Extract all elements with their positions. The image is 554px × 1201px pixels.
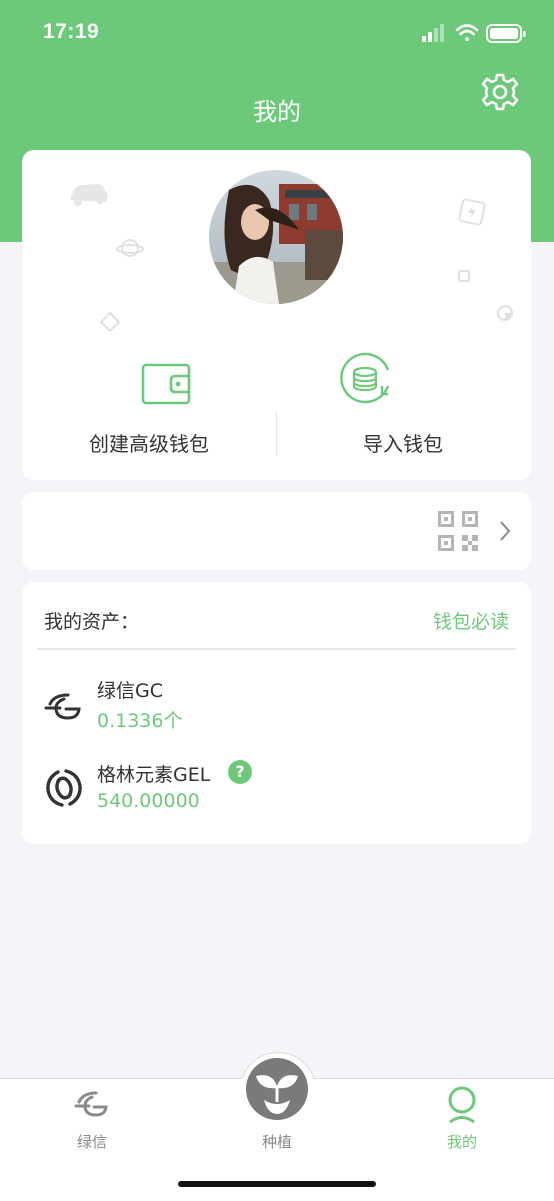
assets-title: 我的资产： (44, 611, 140, 633)
coin-stack-import-icon (340, 352, 390, 404)
asset-item-gel[interactable]: 格林元素GEL ? 540.00000 (22, 758, 531, 824)
lightning-decoration-icon (458, 198, 486, 226)
moon-decoration-icon (497, 305, 513, 321)
settings-button[interactable] (480, 72, 520, 112)
person-icon (448, 1086, 476, 1124)
profile-card: 创建高级钱包 导入钱包 (22, 150, 531, 480)
avatar[interactable] (209, 170, 343, 304)
planet-decoration-icon (116, 239, 144, 257)
chevron-right-icon (500, 521, 511, 541)
plant-center-button[interactable] (246, 1058, 308, 1120)
status-bar: 17:19 (0, 0, 554, 68)
gel-logo-icon (46, 769, 82, 807)
import-wallet-label: 导入钱包 (363, 432, 443, 456)
status-time: 17:19 (43, 20, 100, 43)
asset-name: 格林元素GEL (97, 764, 211, 786)
wallet-icon (141, 363, 191, 405)
wallet-guide-link[interactable]: 钱包必读 (433, 607, 509, 634)
page-title: 我的 (253, 98, 301, 126)
qr-code-row[interactable] (22, 492, 531, 570)
asset-amount: 0.1336个 (97, 710, 183, 732)
assets-divider (37, 648, 516, 650)
import-wallet-button[interactable]: 导入钱包 (276, 352, 530, 462)
home-indicator (178, 1181, 376, 1187)
create-wallet-label: 创建高级钱包 (89, 432, 209, 456)
qr-code-icon (438, 511, 478, 551)
asset-amount: 540.00000 (97, 790, 200, 812)
asset-item-gc[interactable]: 绿信GC 0.1336个 (22, 674, 531, 740)
help-icon[interactable]: ? (228, 760, 252, 784)
small-square-decoration-icon (458, 270, 470, 282)
actions-divider (276, 410, 277, 456)
create-wallet-button[interactable]: 创建高级钱包 (22, 362, 276, 462)
car-decoration-icon (70, 184, 108, 206)
tab-greencredit[interactable]: 绿信 (0, 1079, 184, 1169)
tab-label: 种植 (261, 1133, 292, 1151)
asset-name: 绿信GC (97, 680, 163, 702)
greencredit-logo-icon (74, 1091, 108, 1117)
avatar-photo (209, 170, 343, 304)
signal-icon (422, 24, 444, 42)
wifi-icon (455, 24, 479, 41)
gear-icon (481, 73, 519, 111)
status-icons (422, 22, 532, 46)
tab-mine[interactable]: 我的 (370, 1079, 554, 1169)
tab-label: 绿信 (76, 1133, 107, 1151)
diamond-decoration-icon (100, 312, 120, 332)
battery-icon (486, 24, 526, 43)
sprout-icon (256, 1075, 298, 1114)
gc-logo-icon (44, 693, 81, 720)
tab-label: 我的 (446, 1133, 477, 1151)
assets-card: 我的资产： 钱包必读 绿信GC 0.1336个 格林元素GEL ? 540.00… (22, 582, 531, 844)
